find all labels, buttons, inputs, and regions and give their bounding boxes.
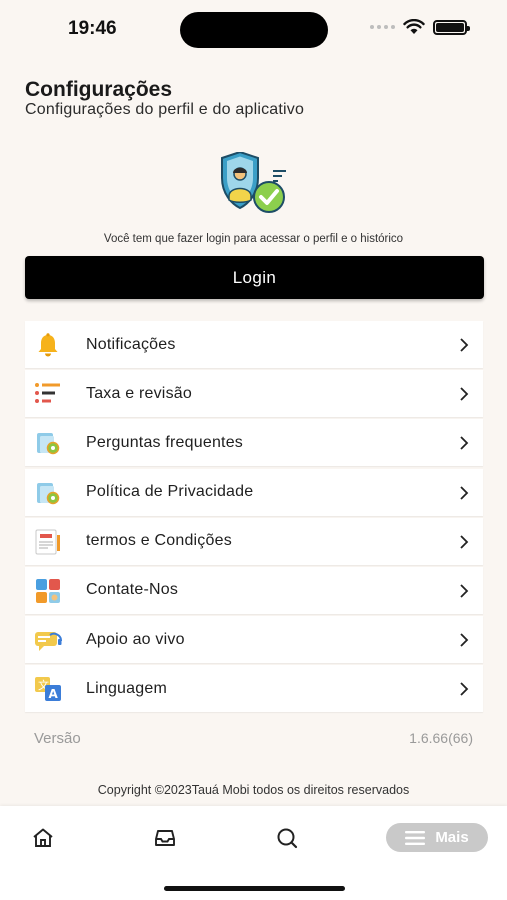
inbox-icon[interactable] bbox=[153, 826, 177, 850]
more-label: Mais bbox=[435, 829, 469, 846]
bell-icon bbox=[34, 332, 62, 358]
menu-item-label: Contate-Nos bbox=[86, 581, 179, 599]
menu-item-rating-review[interactable]: Taxa e revisão bbox=[25, 370, 483, 418]
home-indicator bbox=[164, 886, 345, 891]
menu-item-label: Política de Privacidade bbox=[86, 483, 254, 501]
status-bar: 19:46 bbox=[0, 0, 507, 60]
chevron-right-icon bbox=[460, 535, 469, 549]
hamburger-menu-icon bbox=[405, 830, 426, 845]
menu-item-notifications[interactable]: Notificações bbox=[25, 321, 483, 368]
menu-item-label: Notificações bbox=[86, 335, 176, 353]
rating-list-icon bbox=[34, 381, 62, 407]
version-label: Versão bbox=[34, 730, 81, 747]
translate-icon: 文 A bbox=[34, 676, 62, 702]
menu-item-label: Taxa e revisão bbox=[86, 384, 192, 402]
live-support-chat-icon bbox=[34, 627, 62, 653]
search-icon[interactable] bbox=[275, 826, 299, 850]
terms-document-icon bbox=[34, 529, 62, 555]
menu-item-label: Perguntas frequentes bbox=[86, 433, 243, 451]
chevron-right-icon bbox=[460, 338, 469, 352]
wifi-icon bbox=[403, 19, 425, 34]
copyright-text: Copyright ©2023Tauá Mobi todos os direit… bbox=[97, 783, 410, 797]
contact-grid-icon bbox=[34, 578, 62, 604]
more-menu-button[interactable]: Mais bbox=[386, 823, 488, 852]
battery-icon bbox=[433, 19, 470, 35]
login-button[interactable]: Login bbox=[25, 256, 484, 299]
chevron-right-icon bbox=[460, 584, 469, 598]
dynamic-island bbox=[180, 12, 328, 48]
menu-item-privacy-policy[interactable]: Política de Privacidade bbox=[25, 468, 483, 516]
chevron-right-icon bbox=[460, 387, 469, 401]
chevron-right-icon bbox=[460, 633, 469, 647]
version-value: 1.6.66(66) bbox=[409, 730, 473, 746]
menu-item-contact-us[interactable]: Contate-Nos bbox=[25, 566, 483, 614]
chevron-right-icon bbox=[460, 682, 469, 696]
signal-icon bbox=[370, 25, 395, 29]
profile-shield-icon bbox=[221, 152, 286, 213]
page-subtitle: Configurações do perfil e do aplicativo bbox=[25, 101, 305, 118]
svg-text:A: A bbox=[49, 687, 59, 701]
menu-item-label: Apoio ao vivo bbox=[86, 630, 185, 648]
menu-item-faq[interactable]: Perguntas frequentes bbox=[25, 419, 483, 467]
page-title: Configurações bbox=[25, 78, 173, 101]
menu-item-terms-conditions[interactable]: termos e Condições bbox=[25, 517, 483, 565]
menu-item-language[interactable]: 文 A Linguagem bbox=[25, 665, 483, 713]
faq-folder-icon bbox=[34, 430, 62, 456]
login-prompt: Você tem que fazer login para acessar o … bbox=[103, 233, 404, 245]
privacy-folder-icon bbox=[34, 480, 62, 506]
menu-item-label: Linguagem bbox=[86, 679, 167, 697]
chevron-right-icon bbox=[460, 485, 469, 500]
bottom-nav: Mais bbox=[0, 806, 507, 900]
chevron-right-icon bbox=[460, 436, 469, 451]
home-icon[interactable] bbox=[31, 826, 55, 850]
status-time: 19:46 bbox=[68, 18, 117, 39]
menu-item-label: termos e Condições bbox=[86, 532, 232, 550]
menu-item-live-support[interactable]: Apoio ao vivo bbox=[25, 616, 483, 664]
status-indicators bbox=[370, 19, 470, 35]
settings-menu: Notificações Taxa e revisão Perguntas fr… bbox=[25, 321, 483, 715]
